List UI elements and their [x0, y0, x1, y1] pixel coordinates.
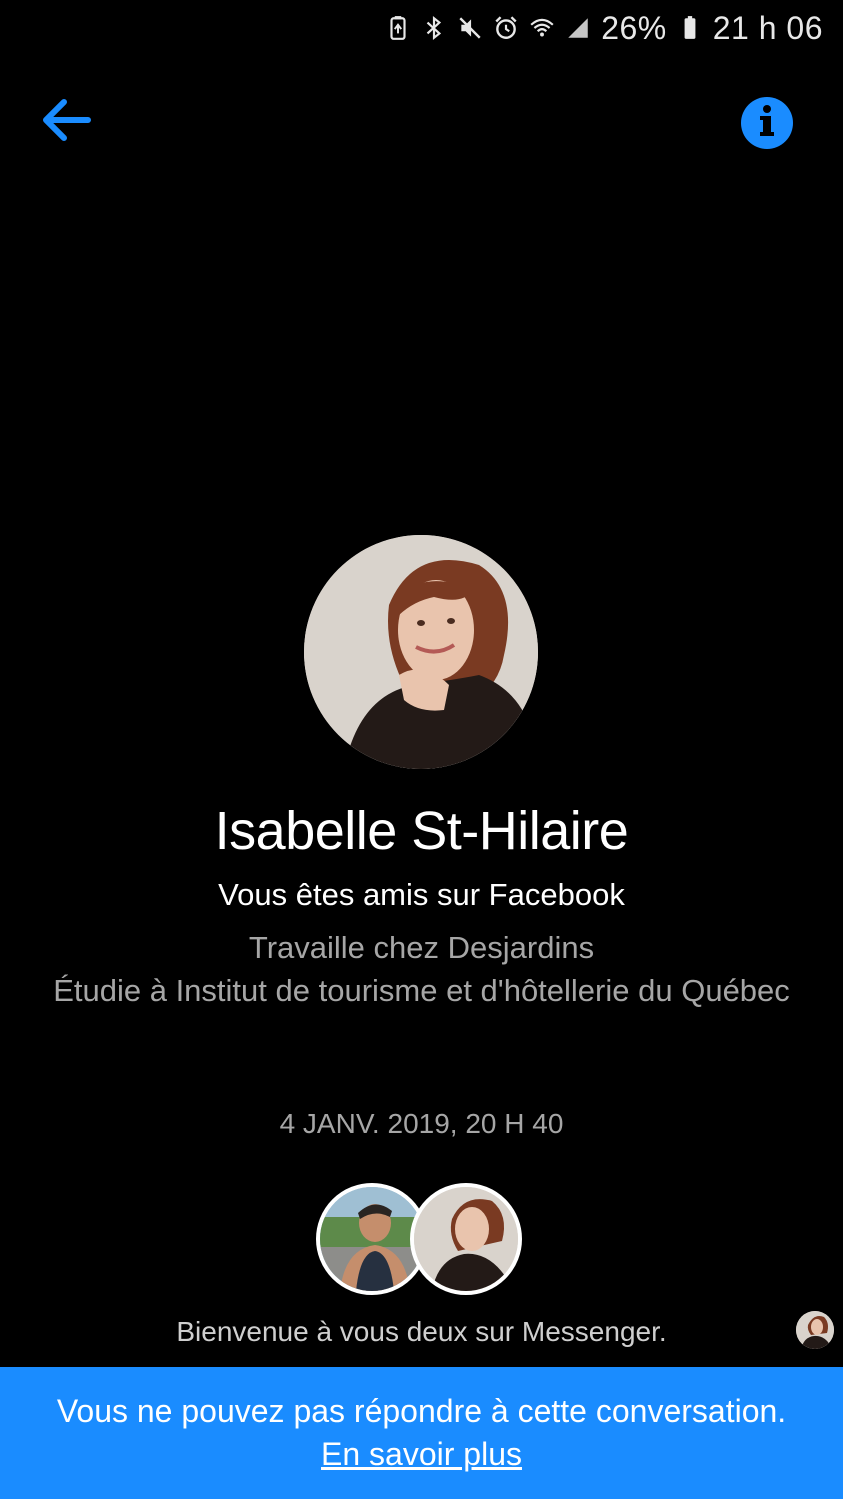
learn-more-link[interactable]: En savoir plus — [0, 1436, 843, 1473]
info-icon — [741, 95, 793, 152]
friend-status: Vous êtes amis sur Facebook — [218, 877, 625, 912]
conversation-timestamp: 4 JANV. 2019, 20 H 40 — [279, 1108, 564, 1139]
mute-icon — [457, 13, 483, 43]
contact-avatar — [410, 1183, 522, 1295]
profile-education: Étudie à Institut de tourisme et d'hôtel… — [53, 973, 790, 1008]
battery-icon — [677, 13, 703, 43]
battery-percent: 26% — [601, 9, 667, 46]
wifi-icon — [529, 13, 555, 43]
battery-saver-icon — [385, 13, 411, 43]
welcome-message: Bienvenue à vous deux sur Messenger. — [176, 1316, 667, 1347]
info-button[interactable] — [741, 97, 793, 149]
signal-icon — [565, 13, 591, 43]
status-bar: 26% 21 h 06 — [0, 0, 843, 56]
back-button[interactable] — [36, 96, 96, 148]
status-time: 21 h 06 — [712, 9, 823, 46]
arrow-left-icon — [38, 96, 94, 149]
profile-avatar[interactable] — [304, 535, 538, 769]
seen-indicator-avatar — [796, 1311, 834, 1349]
banner-message: Vous ne pouvez pas répondre à cette conv… — [56, 1393, 787, 1429]
bluetooth-icon — [421, 13, 447, 43]
profile-name: Isabelle St-Hilaire — [214, 801, 629, 861]
learn-more-label[interactable]: En savoir plus — [321, 1436, 522, 1472]
alarm-icon — [493, 13, 519, 43]
cannot-reply-banner: Vous ne pouvez pas répondre à cette conv… — [0, 1367, 843, 1499]
profile-work: Travaille chez Desjardins — [248, 930, 595, 965]
